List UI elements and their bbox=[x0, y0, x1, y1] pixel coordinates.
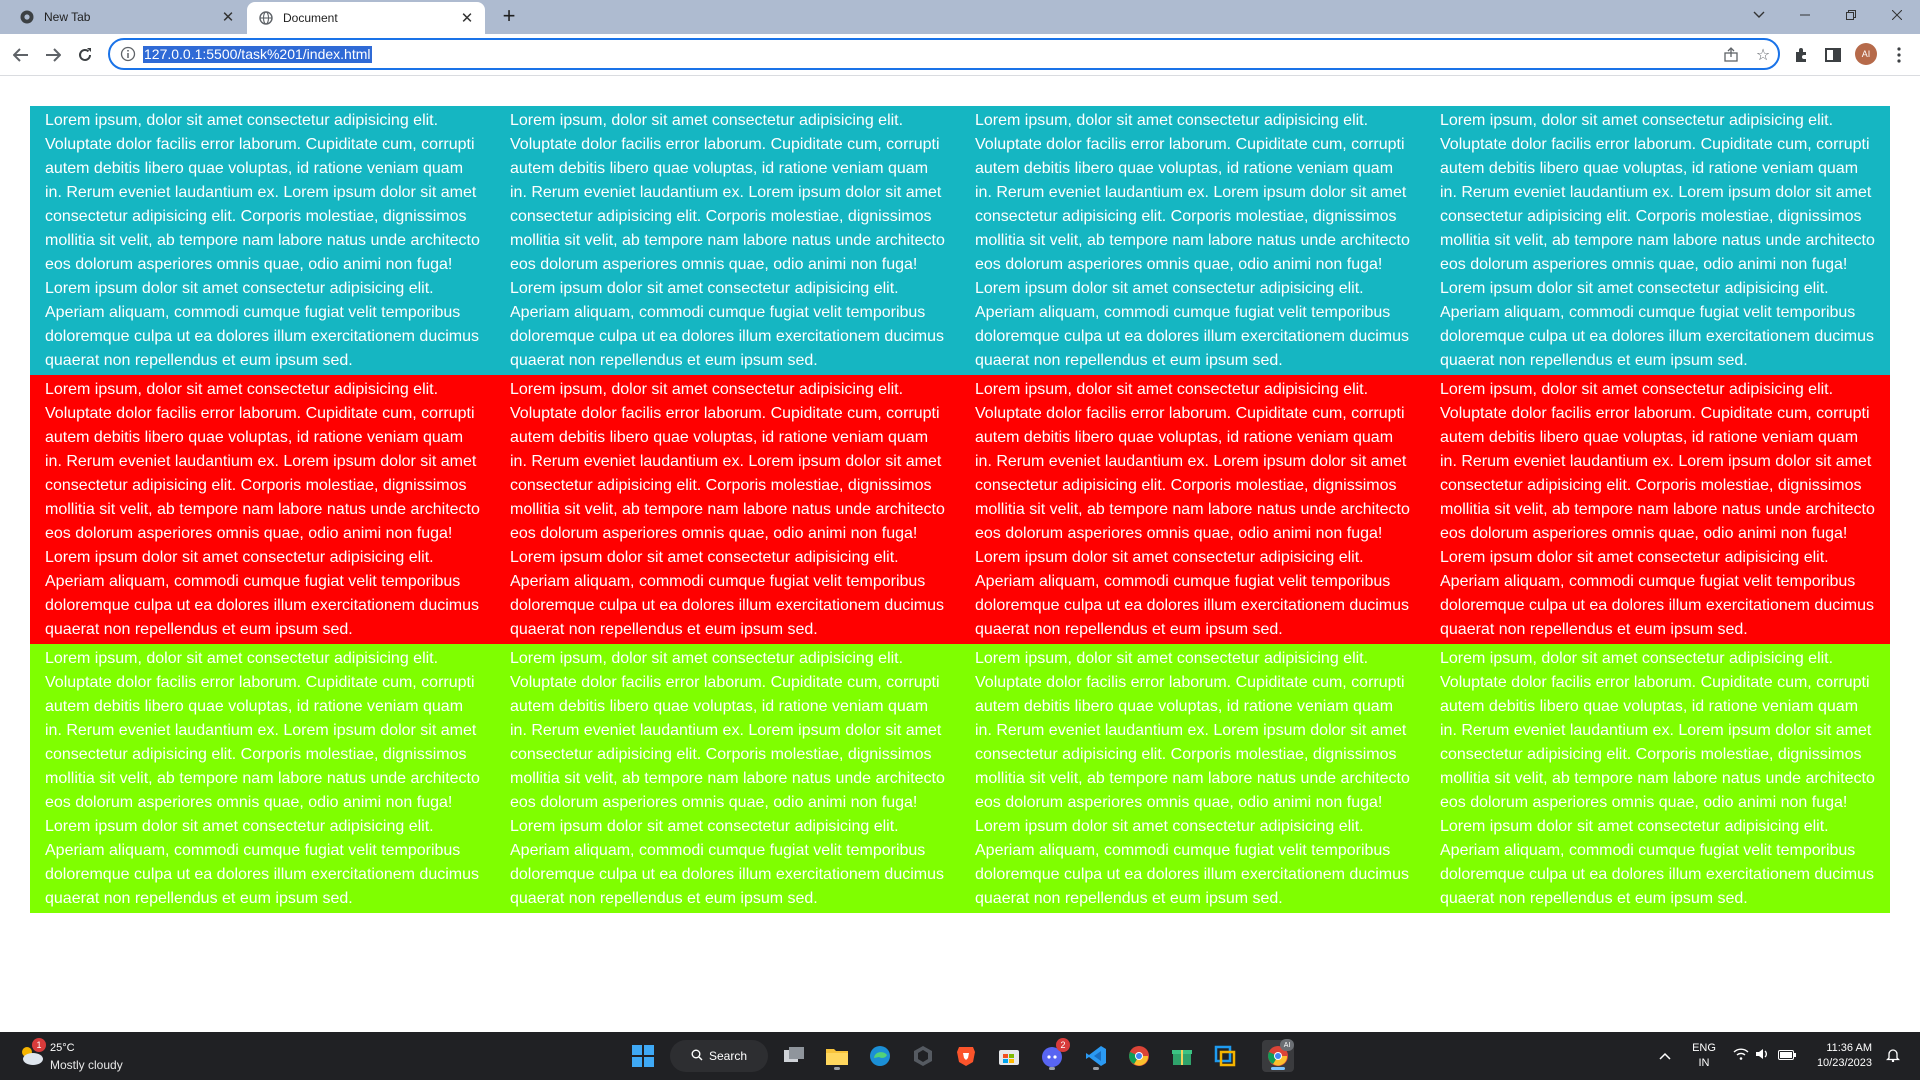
brave-browser-icon[interactable] bbox=[950, 1040, 982, 1072]
new-tab-button[interactable]: + bbox=[497, 5, 521, 29]
page-grid: Lorem ipsum, dolor sit amet consectetur … bbox=[30, 106, 1890, 913]
microsoft-store-icon[interactable] bbox=[993, 1040, 1025, 1072]
weather-widget[interactable]: 1 25°C Mostly cloudy bbox=[18, 1038, 178, 1074]
wifi-icon[interactable] bbox=[1732, 1048, 1750, 1064]
volume-icon[interactable] bbox=[1754, 1048, 1772, 1064]
language-indicator[interactable]: ENG IN bbox=[1686, 1041, 1722, 1071]
cyan-cell-3: Lorem ipsum, dolor sit amet consectetur … bbox=[975, 112, 1410, 369]
show-hidden-icons-chevron[interactable] bbox=[1656, 1048, 1674, 1064]
cyan-cell-1: Lorem ipsum, dolor sit amet consectetur … bbox=[45, 112, 480, 369]
red-cell-4: Lorem ipsum, dolor sit amet consectetur … bbox=[1440, 381, 1875, 638]
menu-kebab-icon[interactable] bbox=[1888, 44, 1910, 66]
cyan-cell-4: Lorem ipsum, dolor sit amet consectetur … bbox=[1440, 112, 1875, 369]
github-desktop-icon[interactable] bbox=[907, 1040, 939, 1072]
weather-temperature: 25°C bbox=[50, 1042, 75, 1054]
back-icon[interactable] bbox=[8, 42, 34, 68]
profile-badge: AI bbox=[1280, 1039, 1294, 1051]
row-cyan: Lorem ipsum, dolor sit amet consectetur … bbox=[30, 106, 1890, 375]
running-indicator bbox=[1049, 1067, 1055, 1070]
minimize-icon[interactable] bbox=[1782, 0, 1828, 30]
active-indicator bbox=[1271, 1067, 1285, 1070]
url-text[interactable]: 127.0.0.1:5500/task%201/index.html bbox=[143, 46, 372, 63]
running-indicator bbox=[834, 1067, 840, 1070]
profile-avatar[interactable]: AI bbox=[1855, 43, 1877, 65]
tab-new-tab[interactable]: New Tab ✕ bbox=[0, 0, 246, 34]
row-green: Lorem ipsum, dolor sit amet consectetur … bbox=[30, 644, 1890, 913]
close-tab-icon[interactable]: ✕ bbox=[218, 7, 238, 27]
share-icon[interactable] bbox=[1722, 46, 1740, 64]
tab-title: Document bbox=[283, 11, 338, 25]
cyan-cell-2: Lorem ipsum, dolor sit amet consectetur … bbox=[510, 112, 945, 369]
notification-bell-icon[interactable] bbox=[1884, 1048, 1902, 1064]
chrome-profile-active-icon[interactable]: AI bbox=[1262, 1039, 1294, 1072]
running-indicator bbox=[1093, 1067, 1099, 1070]
search-icon bbox=[691, 1049, 703, 1064]
green-cell-2: Lorem ipsum, dolor sit amet consectetur … bbox=[510, 650, 945, 907]
file-explorer-icon[interactable] bbox=[821, 1040, 853, 1072]
row-red: Lorem ipsum, dolor sit amet consectetur … bbox=[30, 375, 1890, 644]
chrome-icon[interactable] bbox=[1123, 1040, 1155, 1072]
bookmark-star-icon[interactable]: ☆ bbox=[1754, 46, 1772, 64]
red-cell-3: Lorem ipsum, dolor sit amet consectetur … bbox=[975, 381, 1410, 638]
weather-badge: 1 bbox=[32, 1038, 46, 1052]
red-cell-2: Lorem ipsum, dolor sit amet consectetur … bbox=[510, 381, 945, 638]
start-windows-icon[interactable] bbox=[627, 1040, 659, 1072]
green-cell-1: Lorem ipsum, dolor sit amet consectetur … bbox=[45, 650, 480, 907]
taskbar-clock[interactable]: 11:36 AM 10/23/2023 bbox=[1808, 1041, 1872, 1071]
discord-icon[interactable]: 2 bbox=[1036, 1038, 1070, 1072]
chrome-icon bbox=[20, 10, 34, 24]
address-bar[interactable]: 127.0.0.1:5500/task%201/index.html ☆ bbox=[108, 38, 1780, 70]
restore-icon[interactable] bbox=[1828, 0, 1874, 30]
snipping-tool-icon[interactable] bbox=[1209, 1040, 1241, 1072]
clock-time: 11:36 AM bbox=[1826, 1042, 1872, 1054]
search-label: Search bbox=[708, 1049, 748, 1063]
side-panel-icon[interactable] bbox=[1822, 44, 1844, 66]
extensions-icon[interactable] bbox=[1790, 44, 1812, 66]
battery-icon[interactable] bbox=[1778, 1048, 1796, 1064]
site-info-icon[interactable] bbox=[120, 46, 136, 62]
globe-icon bbox=[259, 11, 273, 25]
forward-icon[interactable] bbox=[40, 42, 66, 68]
green-cell-3: Lorem ipsum, dolor sit amet consectetur … bbox=[975, 650, 1410, 907]
red-cell-1: Lorem ipsum, dolor sit amet consectetur … bbox=[45, 381, 480, 638]
browser-toolbar: 127.0.0.1:5500/task%201/index.html ☆ AI bbox=[0, 34, 1920, 76]
notification-badge: 2 bbox=[1056, 1038, 1070, 1052]
tab-title: New Tab bbox=[44, 10, 91, 24]
close-tab-icon[interactable]: ✕ bbox=[457, 8, 477, 28]
gift-app-icon[interactable] bbox=[1166, 1040, 1198, 1072]
task-view-icon[interactable] bbox=[778, 1040, 810, 1072]
clock-date: 10/23/2023 bbox=[1816, 1057, 1872, 1069]
weather-condition: Mostly cloudy bbox=[50, 1058, 123, 1072]
tab-search-chevron-icon[interactable] bbox=[1736, 0, 1782, 30]
taskbar-search-button[interactable]: Search bbox=[670, 1040, 768, 1072]
green-cell-4: Lorem ipsum, dolor sit amet consectetur … bbox=[1440, 650, 1875, 907]
taskbar: 1 25°C Mostly cloudy Search 2 AI ENG IN … bbox=[0, 1032, 1920, 1080]
vscode-icon[interactable] bbox=[1080, 1040, 1112, 1072]
language-code: ENG bbox=[1692, 1042, 1716, 1054]
tab-document[interactable]: Document ✕ bbox=[247, 2, 485, 34]
edge-browser-icon[interactable] bbox=[864, 1040, 896, 1072]
close-window-icon[interactable] bbox=[1874, 0, 1920, 30]
reload-icon[interactable] bbox=[72, 42, 98, 68]
region-code: IN bbox=[1698, 1057, 1710, 1069]
tab-strip: New Tab ✕ Document ✕ + bbox=[0, 0, 1920, 34]
